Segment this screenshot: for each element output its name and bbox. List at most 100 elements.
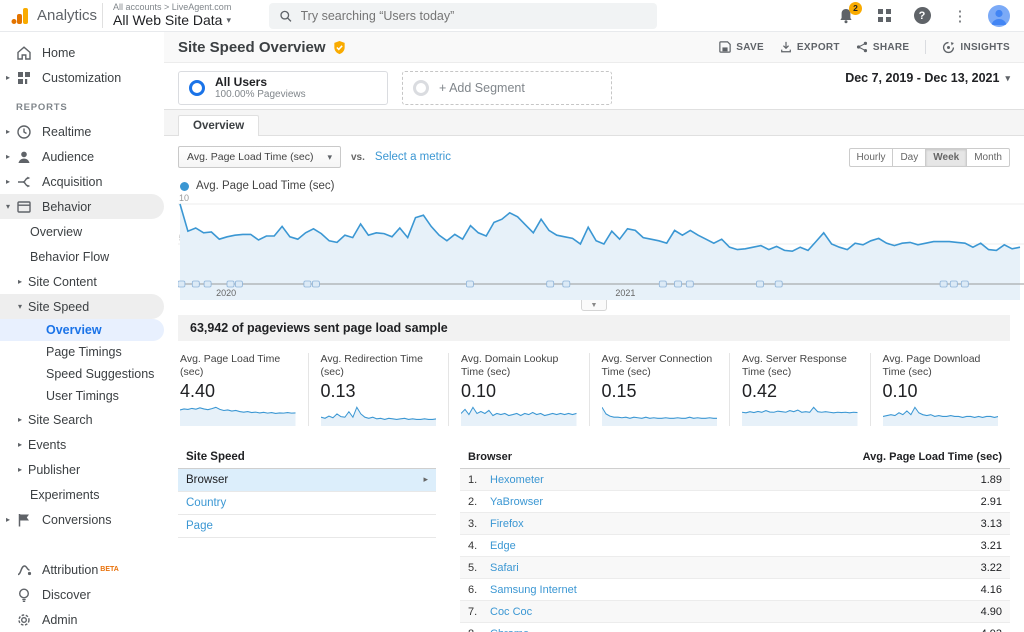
metric-card-sparkline <box>180 404 296 426</box>
overflow-menu-button[interactable]: ⋮ <box>950 6 970 26</box>
timeseries-chart[interactable]: 51020202021 ▼ <box>178 194 1010 311</box>
chevron-collapsed-icon[interactable]: ▸ <box>6 73 16 82</box>
chevron-collapsed-icon[interactable]: ▸ <box>18 440 28 449</box>
account-switcher[interactable]: All accounts > LiveAgent.com All Web Sit… <box>102 3 231 28</box>
metric-card-0[interactable]: Avg. Page Load Time (sec)4.40 <box>178 353 308 426</box>
metric-selector[interactable]: Avg. Page Load Time (sec) ▾ <box>178 146 341 168</box>
help-icon: ? <box>914 7 931 24</box>
tables-section: Site Speed Browser▸CountryPage Browser A… <box>164 436 1024 632</box>
segment-all-users[interactable]: All Users 100.00% Pageviews <box>178 71 388 105</box>
chevron-collapsed-icon[interactable]: ▸ <box>18 415 28 424</box>
sidebar-item-events[interactable]: ▸Events <box>0 432 164 457</box>
dimension-table-header: Site Speed <box>178 446 436 469</box>
sidebar-item-discover[interactable]: Discover <box>0 582 164 607</box>
main-content: Site Speed Overview SAVE <box>164 32 1024 632</box>
add-segment-button[interactable]: + Add Segment <box>402 71 612 105</box>
table-row: 1.Hexometer1.89 <box>460 469 1010 491</box>
export-button[interactable]: EXPORT <box>780 41 840 53</box>
sidebar-item-site-content[interactable]: ▸Site Content <box>0 269 164 294</box>
select-metric-link[interactable]: Select a metric <box>375 151 451 163</box>
chevron-collapsed-icon[interactable]: ▸ <box>18 277 28 286</box>
apps-grid-button[interactable] <box>874 6 894 26</box>
sidebar-item-home[interactable]: Home <box>0 40 164 65</box>
chevron-collapsed-icon[interactable]: ▸ <box>6 152 16 161</box>
browser-link[interactable]: Hexometer <box>490 474 544 486</box>
notifications-button[interactable]: 2 <box>836 6 856 26</box>
sidebar-item-user-timings[interactable]: User Timings <box>0 385 164 407</box>
row-value: 4.16 <box>981 584 1002 596</box>
browser-link[interactable]: Samsung Internet <box>490 584 577 596</box>
search-icon <box>279 9 292 23</box>
sidebar-item-overview[interactable]: Overview <box>0 219 164 244</box>
granularity-month[interactable]: Month <box>966 148 1010 167</box>
sidebar-item-audience[interactable]: ▸Audience <box>0 144 164 169</box>
sidebar-item-publisher[interactable]: ▸Publisher <box>0 457 164 482</box>
insights-icon <box>942 41 955 54</box>
metric-card-label: Avg. Page Download Time (sec) <box>883 353 999 379</box>
divider <box>925 40 926 54</box>
row-rank: 7. <box>468 606 490 618</box>
sidebar-item-page-timings[interactable]: Page Timings <box>0 341 164 363</box>
sidebar-item-realtime[interactable]: ▸Realtime <box>0 119 164 144</box>
sidebar-item-site-search[interactable]: ▸Site Search <box>0 407 164 432</box>
share-icon <box>856 41 868 53</box>
table-row: 2.YaBrowser2.91 <box>460 491 1010 513</box>
global-search[interactable] <box>269 3 657 29</box>
column-header-metric: Avg. Page Load Time (sec) <box>863 451 1002 463</box>
sidebar-item-speed-suggestions[interactable]: Speed Suggestions <box>0 363 164 385</box>
chevron-expanded-icon[interactable]: ▾ <box>18 302 28 311</box>
help-button[interactable]: ? <box>912 6 932 26</box>
sidebar-item-acquisition[interactable]: ▸Acquisition <box>0 169 164 194</box>
sidebar-item-attribution[interactable]: AttributionBETA <box>0 557 164 582</box>
sidebar-item-label: Overview <box>46 323 102 338</box>
sidebar-item-label: Site Search <box>28 413 93 427</box>
sidebar-item-behavior[interactable]: ▾Behavior <box>0 194 164 219</box>
analytics-logo[interactable]: Analytics <box>0 6 100 26</box>
browser-link[interactable]: Edge <box>490 540 516 552</box>
legend-label: Avg. Page Load Time (sec) <box>196 180 335 192</box>
chart-collapse-button[interactable]: ▼ <box>581 300 607 311</box>
browser-link[interactable]: Safari <box>490 562 519 574</box>
granularity-week[interactable]: Week <box>925 148 967 167</box>
granularity-day[interactable]: Day <box>892 148 926 167</box>
table-row: 3.Firefox3.13 <box>460 513 1010 535</box>
chevron-collapsed-icon[interactable]: ▸ <box>6 127 16 136</box>
sidebar-item-site-speed[interactable]: ▾Site Speed <box>0 294 164 319</box>
conversions-icon <box>16 512 32 528</box>
sidebar-item-label: Customization <box>42 71 121 85</box>
dimension-label: Country <box>186 497 226 509</box>
browser-link[interactable]: Coc Coc <box>490 606 532 618</box>
tab-overview[interactable]: Overview <box>178 115 259 136</box>
avatar[interactable] <box>988 5 1010 27</box>
chevron-collapsed-icon[interactable]: ▸ <box>18 465 28 474</box>
segment-ring-empty-icon <box>413 80 429 96</box>
dimension-row-browser[interactable]: Browser▸ <box>178 469 436 492</box>
sidebar-item-customization[interactable]: ▸ Customization <box>0 65 164 90</box>
sidebar-item-conversions[interactable]: ▸Conversions <box>0 507 164 532</box>
granularity-hourly[interactable]: Hourly <box>849 148 894 167</box>
customization-icon <box>16 70 32 86</box>
metric-card-5[interactable]: Avg. Page Download Time (sec)0.10 <box>870 353 1011 426</box>
chevron-expanded-icon[interactable]: ▾ <box>6 202 16 211</box>
metric-card-2[interactable]: Avg. Domain Lookup Time (sec)0.10 <box>448 353 589 426</box>
metric-card-4[interactable]: Avg. Server Response Time (sec)0.42 <box>729 353 870 426</box>
date-range-picker[interactable]: Dec 7, 2019 - Dec 13, 2021 ▾ <box>845 71 1010 85</box>
sidebar-item-behavior-flow[interactable]: Behavior Flow <box>0 244 164 269</box>
dimension-row-page[interactable]: Page <box>178 515 436 538</box>
dimension-row-country[interactable]: Country <box>178 492 436 515</box>
analytics-logo-icon <box>10 6 30 26</box>
browser-link[interactable]: Chrome <box>490 628 529 632</box>
sidebar-item-overview[interactable]: Overview <box>0 319 164 341</box>
browser-link[interactable]: YaBrowser <box>490 496 543 508</box>
browser-link[interactable]: Firefox <box>490 518 524 530</box>
insights-button[interactable]: INSIGHTS <box>942 41 1010 54</box>
share-button[interactable]: SHARE <box>856 41 910 53</box>
chevron-collapsed-icon[interactable]: ▸ <box>6 515 16 524</box>
sidebar-item-admin[interactable]: Admin <box>0 607 164 632</box>
search-input[interactable] <box>301 9 648 23</box>
metric-card-3[interactable]: Avg. Server Connection Time (sec)0.15 <box>589 353 730 426</box>
metric-card-1[interactable]: Avg. Redirection Time (sec)0.13 <box>308 353 449 426</box>
chevron-collapsed-icon[interactable]: ▸ <box>6 177 16 186</box>
sidebar-item-experiments[interactable]: Experiments <box>0 482 164 507</box>
save-button[interactable]: SAVE <box>719 41 764 53</box>
